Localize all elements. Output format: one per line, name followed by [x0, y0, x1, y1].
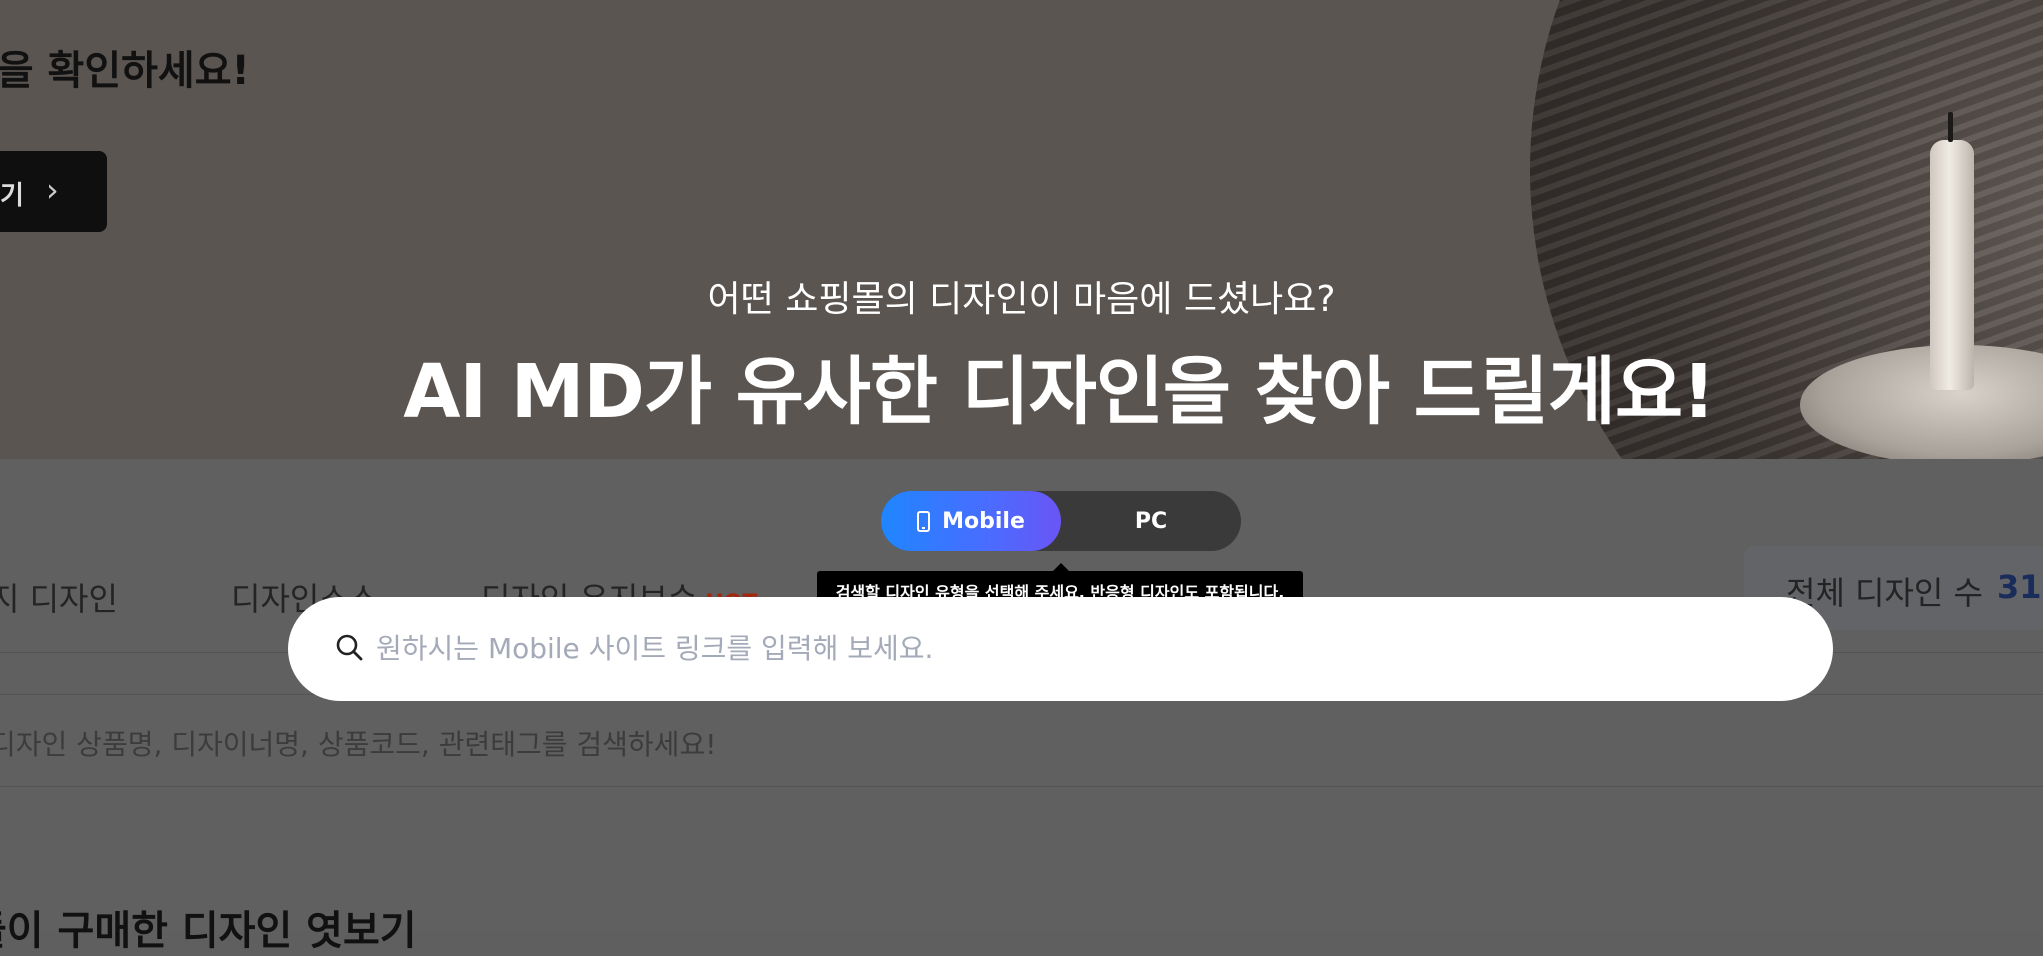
- candle-wick: [1948, 112, 1953, 142]
- design-search-placeholder[interactable]: 디자인 상품명, 디자이너명, 상품코드, 관련태그를 검색하세요!: [0, 723, 716, 763]
- ai-search-title: AI MD가 유사한 디자인을 찾아 드릴게요!: [403, 349, 1716, 435]
- divider: [0, 786, 2043, 787]
- toggle-pc-label: PC: [1134, 508, 1168, 534]
- hero-cta-label: 기: [0, 181, 24, 211]
- total-design-count-value: 314: [1997, 568, 2043, 606]
- hero-heading: 인을 확인하세요!: [0, 48, 250, 94]
- hero-cta-button[interactable]: 기 ›: [0, 151, 107, 232]
- mobile-phone-icon: [917, 510, 931, 532]
- section-title: 들이 구매한 디자인 엿보기: [0, 908, 417, 954]
- search-icon: [336, 634, 363, 661]
- total-design-count-label: 전체 디자인 수: [1786, 574, 1983, 612]
- toggle-mobile-button[interactable]: Mobile: [881, 491, 1061, 551]
- toggle-pc-button[interactable]: PC: [1061, 491, 1241, 551]
- device-type-toggle: Mobile PC: [881, 491, 1241, 551]
- nav-tab-design[interactable]: 지 디자인: [0, 574, 118, 620]
- nav-tab-label: 지 디자인: [0, 580, 118, 618]
- site-link-input[interactable]: [374, 622, 1778, 674]
- ai-search-subtitle: 어떤 쇼핑몰의 디자인이 마음에 드셨나요?: [707, 279, 1336, 320]
- toggle-mobile-label: Mobile: [942, 508, 1025, 534]
- chevron-right-icon: ›: [46, 171, 59, 209]
